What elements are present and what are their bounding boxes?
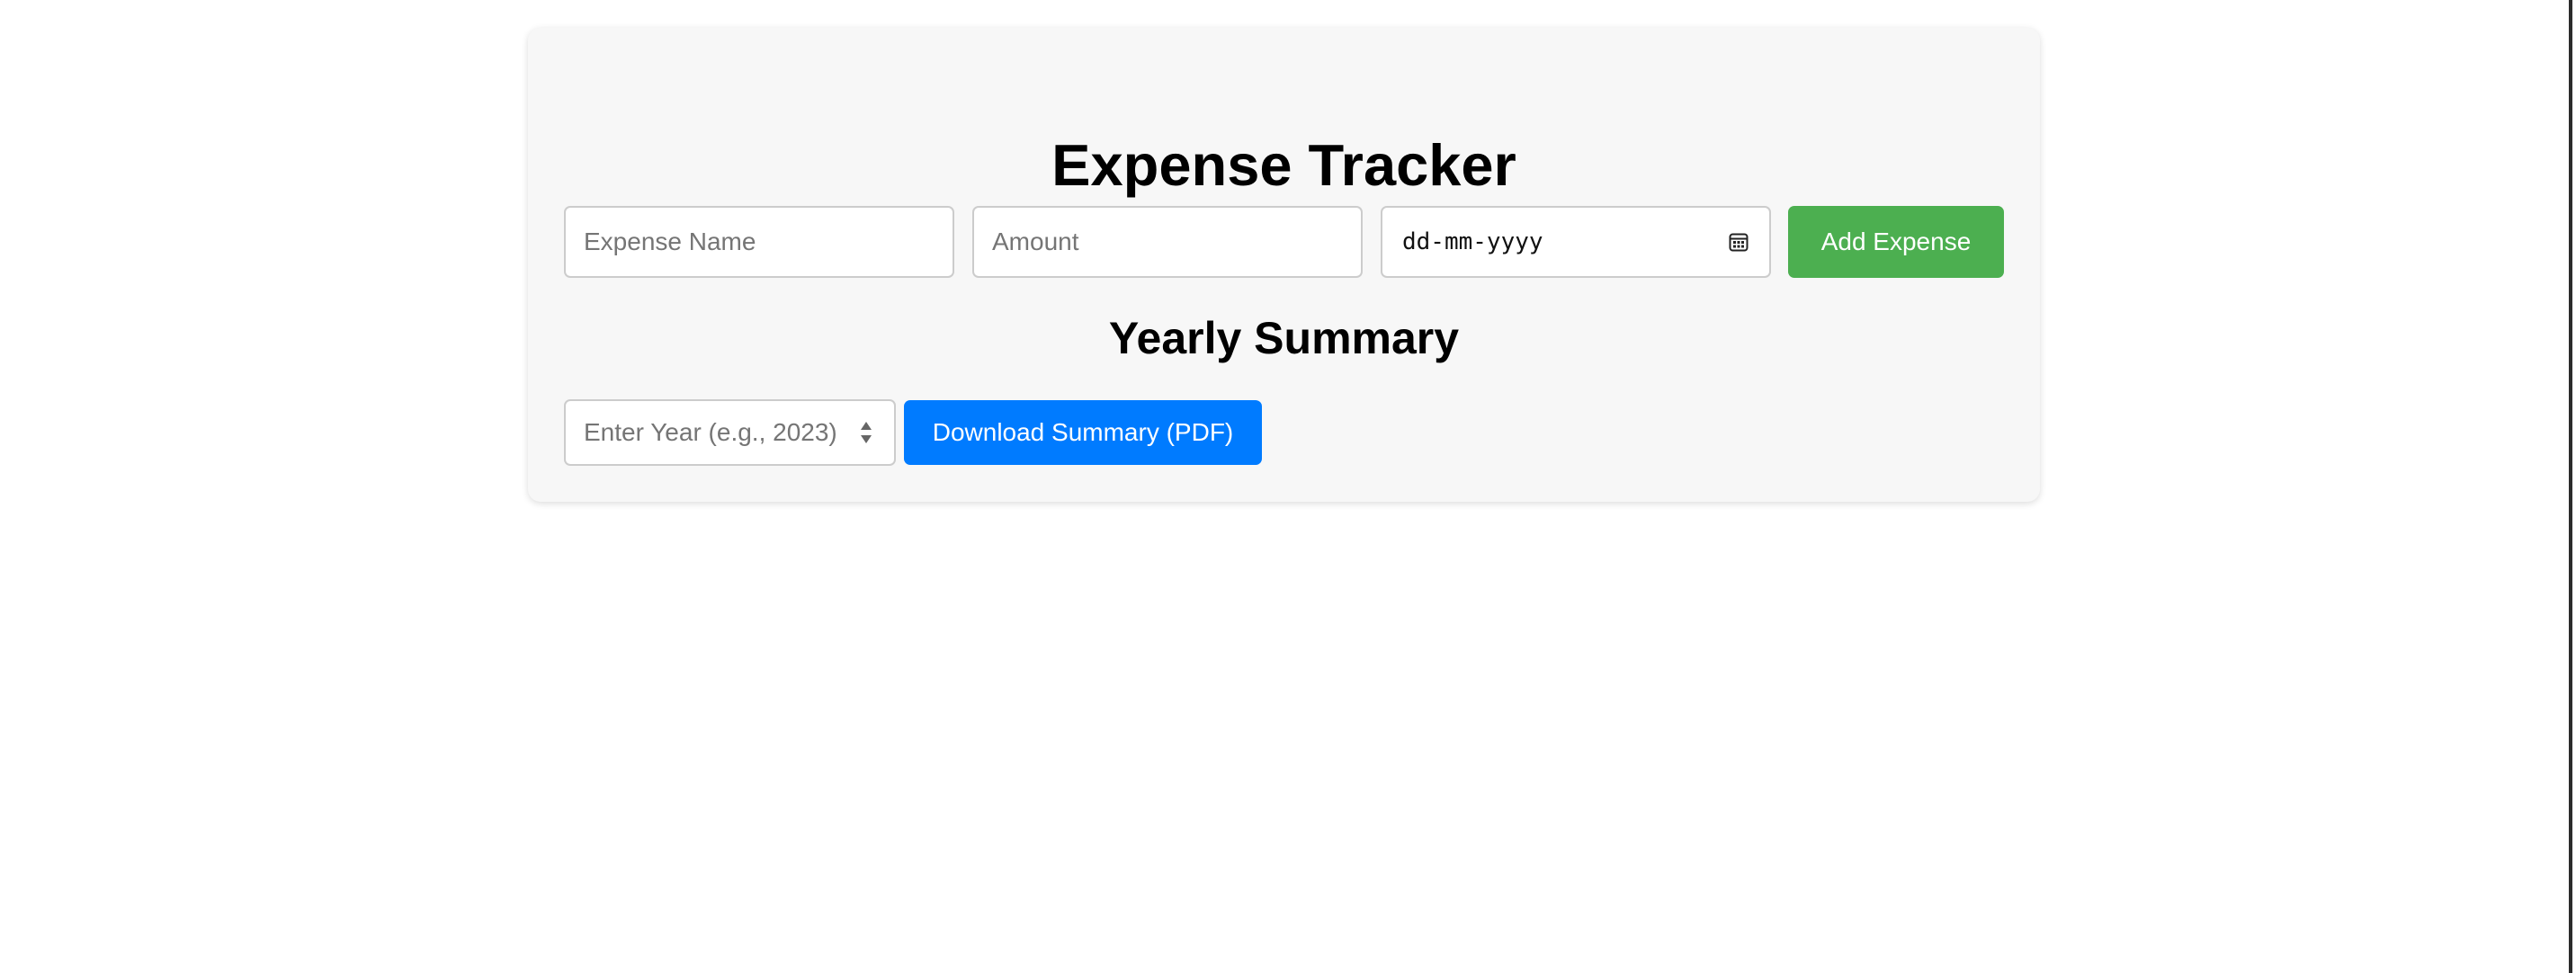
download-summary-button[interactable]: Download Summary (PDF) xyxy=(904,400,1262,465)
number-spinner-icon[interactable] xyxy=(858,419,874,446)
window-edge xyxy=(2569,0,2572,973)
expense-name-input[interactable] xyxy=(564,206,954,278)
date-placeholder: dd-mm-yyyy xyxy=(1402,228,1543,255)
year-placeholder: Enter Year (e.g., 2023) xyxy=(584,418,837,446)
amount-input[interactable] xyxy=(972,206,1363,278)
yearly-summary-heading: Yearly Summary xyxy=(1108,313,1460,363)
calendar-icon[interactable] xyxy=(1728,231,1749,253)
year-input[interactable]: Enter Year (e.g., 2023) xyxy=(564,399,896,466)
date-input[interactable]: dd-mm-yyyy xyxy=(1381,206,1771,278)
add-expense-button[interactable]: Add Expense xyxy=(1788,206,2004,278)
expense-tracker-card: Expense Tracker dd-mm-yyyy Add Expense Y… xyxy=(528,28,2040,502)
page-title: Expense Tracker xyxy=(1051,132,1516,198)
